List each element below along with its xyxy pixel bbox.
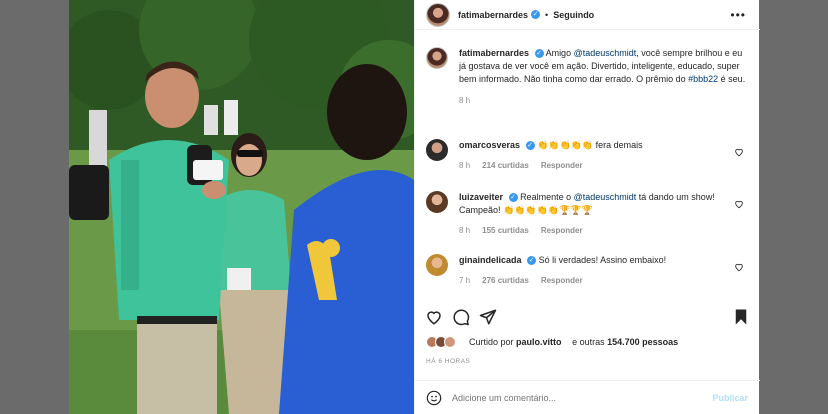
comment-time[interactable]: 8 h (459, 161, 470, 170)
caption-username[interactable]: fatimabernardes (459, 48, 529, 58)
heart-icon[interactable] (734, 147, 744, 157)
following-button[interactable]: Seguindo (553, 10, 594, 20)
comment-time[interactable]: 7 h (459, 276, 470, 285)
bookmark-icon[interactable] (732, 308, 750, 326)
comment-username[interactable]: omarcosveras (459, 140, 520, 150)
reply-button[interactable]: Responder (541, 276, 583, 285)
liked-by-count[interactable]: 154.700 pessoas (607, 337, 678, 347)
reply-button[interactable]: Responder (541, 226, 583, 235)
reply-button[interactable]: Responder (541, 161, 583, 170)
photo-illustration (69, 0, 414, 414)
verified-icon: ✓ (531, 10, 541, 19)
heart-icon[interactable] (734, 199, 744, 209)
post-header: fatimabernardes ✓ • Seguindo ••• (415, 0, 760, 30)
post-sidebar: fatimabernardes ✓ • Seguindo ••• fatimab… (414, 0, 760, 414)
comment-likes[interactable]: 214 curtidas (482, 161, 529, 170)
post-photo[interactable] (69, 0, 414, 414)
liked-by-user[interactable]: paulo.vitto (516, 337, 562, 347)
comment-item: omarcosveras ✓ 👏👏👏👏👏 fera demais 8 h 214… (426, 139, 746, 170)
verified-icon: ✓ (508, 193, 518, 203)
comment-username[interactable]: luizaveiter (459, 192, 503, 202)
comment-input[interactable] (452, 392, 692, 403)
share-icon[interactable] (479, 308, 497, 326)
comment-text: Só li verdades! Assino embaixo! (538, 255, 667, 265)
hashtag-link[interactable]: #bbb22 (688, 74, 718, 84)
verified-icon: ✓ (525, 141, 535, 151)
comment-likes[interactable]: 276 curtidas (482, 276, 529, 285)
post-timestamp[interactable]: HÁ 6 HORAS (426, 358, 470, 365)
comment-item: luizaveiter ✓ Realmente o @tadeuschmidt … (426, 191, 746, 235)
liker-avatar (444, 336, 456, 348)
comment-likes[interactable]: 155 curtidas (482, 226, 529, 235)
liked-by[interactable]: Curtido por paulo.vitto e outras 154.700… (426, 336, 678, 348)
liked-by-suffix: e outras (572, 337, 605, 347)
verified-icon: ✓ (534, 49, 544, 59)
post-modal: fatimabernardes ✓ • Seguindo ••• fatimab… (69, 0, 760, 414)
mention-link[interactable]: @tadeuschmidt (574, 48, 637, 58)
comment-time[interactable]: 8 h (459, 226, 470, 235)
caption-avatar[interactable] (426, 47, 448, 69)
caption: fatimabernardes ✓ Amigo @tadeuschmidt, v… (426, 47, 746, 105)
author-username[interactable]: fatimabernardes (458, 10, 528, 20)
comment-avatar[interactable] (426, 254, 448, 276)
emoji-icon[interactable] (426, 390, 442, 406)
separator-dot: • (545, 9, 549, 20)
action-bar (415, 300, 760, 328)
comment-item: ginaindelicada ✓ Só li verdades! Assino … (426, 254, 746, 285)
comment-icon[interactable] (452, 308, 470, 326)
add-comment-bar: Publicar (415, 380, 760, 414)
caption-time[interactable]: 8 h (459, 96, 470, 105)
comments-list[interactable]: fatimabernardes ✓ Amigo @tadeuschmidt, v… (415, 30, 760, 293)
heart-icon[interactable] (734, 262, 744, 272)
verified-icon: ✓ (527, 256, 537, 266)
comment-avatar[interactable] (426, 191, 448, 213)
comment-text: 👏👏👏👏👏 fera demais (537, 140, 643, 150)
comment-username[interactable]: ginaindelicada (459, 255, 522, 265)
more-icon[interactable]: ••• (730, 8, 746, 22)
heart-icon[interactable] (425, 308, 443, 326)
liked-by-prefix: Curtido por (469, 337, 514, 347)
publish-button[interactable]: Publicar (712, 393, 748, 403)
comment-avatar[interactable] (426, 139, 448, 161)
mention-link[interactable]: @tadeuschmidt (574, 192, 637, 202)
author-avatar[interactable] (426, 2, 450, 27)
